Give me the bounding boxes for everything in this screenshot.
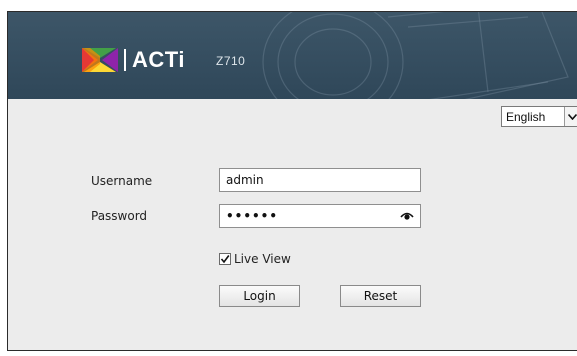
live-view-checkbox[interactable]	[219, 253, 231, 265]
eye-icon[interactable]	[400, 211, 414, 221]
live-view-option[interactable]: Live View	[219, 252, 291, 266]
password-value: ••••••	[226, 209, 279, 223]
acti-logo: ACTi	[80, 46, 185, 74]
password-input[interactable]: ••••••	[219, 204, 421, 228]
camera-model: Z710	[216, 54, 246, 68]
camera-lens-graphic	[262, 12, 569, 99]
brand-name: ACTi	[132, 47, 185, 72]
acti-logo-icon	[82, 48, 118, 72]
username-input[interactable]: admin	[219, 168, 421, 192]
logo-divider	[124, 49, 126, 71]
username-value: admin	[226, 173, 264, 187]
reset-button[interactable]: Reset	[340, 285, 421, 307]
chevron-down-icon[interactable]	[564, 107, 577, 126]
login-button[interactable]: Login	[219, 285, 300, 307]
live-view-label: Live View	[234, 252, 291, 266]
language-selected-value: English	[506, 109, 546, 124]
login-window: ACTi Z710 English Username admin Passwor…	[7, 11, 577, 351]
language-select[interactable]: English	[501, 106, 577, 127]
password-label: Password	[91, 209, 148, 223]
checkmark-icon	[220, 255, 230, 264]
header-banner: ACTi Z710	[8, 12, 577, 99]
username-label: Username	[91, 174, 153, 188]
